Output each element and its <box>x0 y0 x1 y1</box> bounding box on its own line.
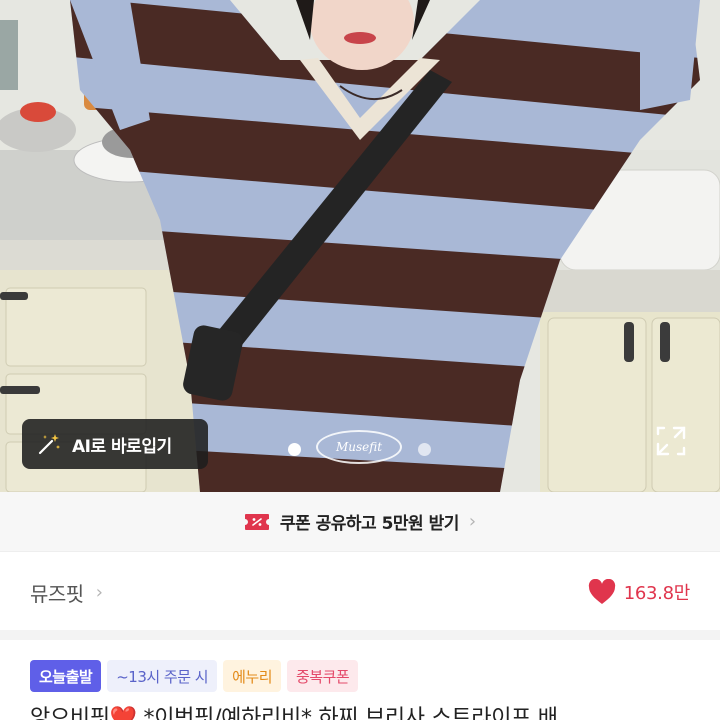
heart-icon <box>588 579 615 604</box>
coupon-banner-text: 쿠폰 공유하고 5만원 받기 <box>279 514 459 534</box>
expand-button[interactable] <box>654 424 688 458</box>
like-button[interactable]: 163.8만 <box>588 579 690 605</box>
brand-watermark: Musefit <box>316 430 402 464</box>
section-divider <box>0 630 720 640</box>
shop-link[interactable]: 뮤즈핏 › <box>30 578 103 607</box>
like-count: 163.8만 <box>623 583 691 604</box>
product-tags: 오늘출발 ~13시 주문 시 에누리 중복쿠폰 <box>30 660 359 692</box>
tag-enuri: 에누리 <box>223 660 282 692</box>
coupon-ticket-icon <box>244 513 269 530</box>
coupon-share-banner[interactable]: 쿠폰 공유하고 5만원 받기 › <box>0 492 720 552</box>
chevron-right-icon: › <box>95 581 103 603</box>
tag-double-coupon: 중복쿠폰 <box>287 660 359 692</box>
carousel-dot-active[interactable] <box>288 443 301 456</box>
product-photo[interactable]: AI로 바로입기 Musefit <box>0 0 720 492</box>
carousel-indicator: Musefit <box>0 430 720 464</box>
shop-name: 뮤즈핏 <box>30 581 84 606</box>
expand-icon <box>656 426 686 456</box>
chevron-right-icon: › <box>468 511 477 532</box>
product-title: 앙으비핏❤️ *이번핏/예하리비* 하찌 브리사 스트라이프 배 <box>30 706 558 720</box>
carousel-dot[interactable] <box>418 443 431 456</box>
shop-info-row: 뮤즈핏 › 163.8만 <box>0 552 720 632</box>
tag-order-cutoff: ~13시 주문 시 <box>107 660 218 692</box>
tag-today-ship: 오늘출발 <box>30 660 102 692</box>
